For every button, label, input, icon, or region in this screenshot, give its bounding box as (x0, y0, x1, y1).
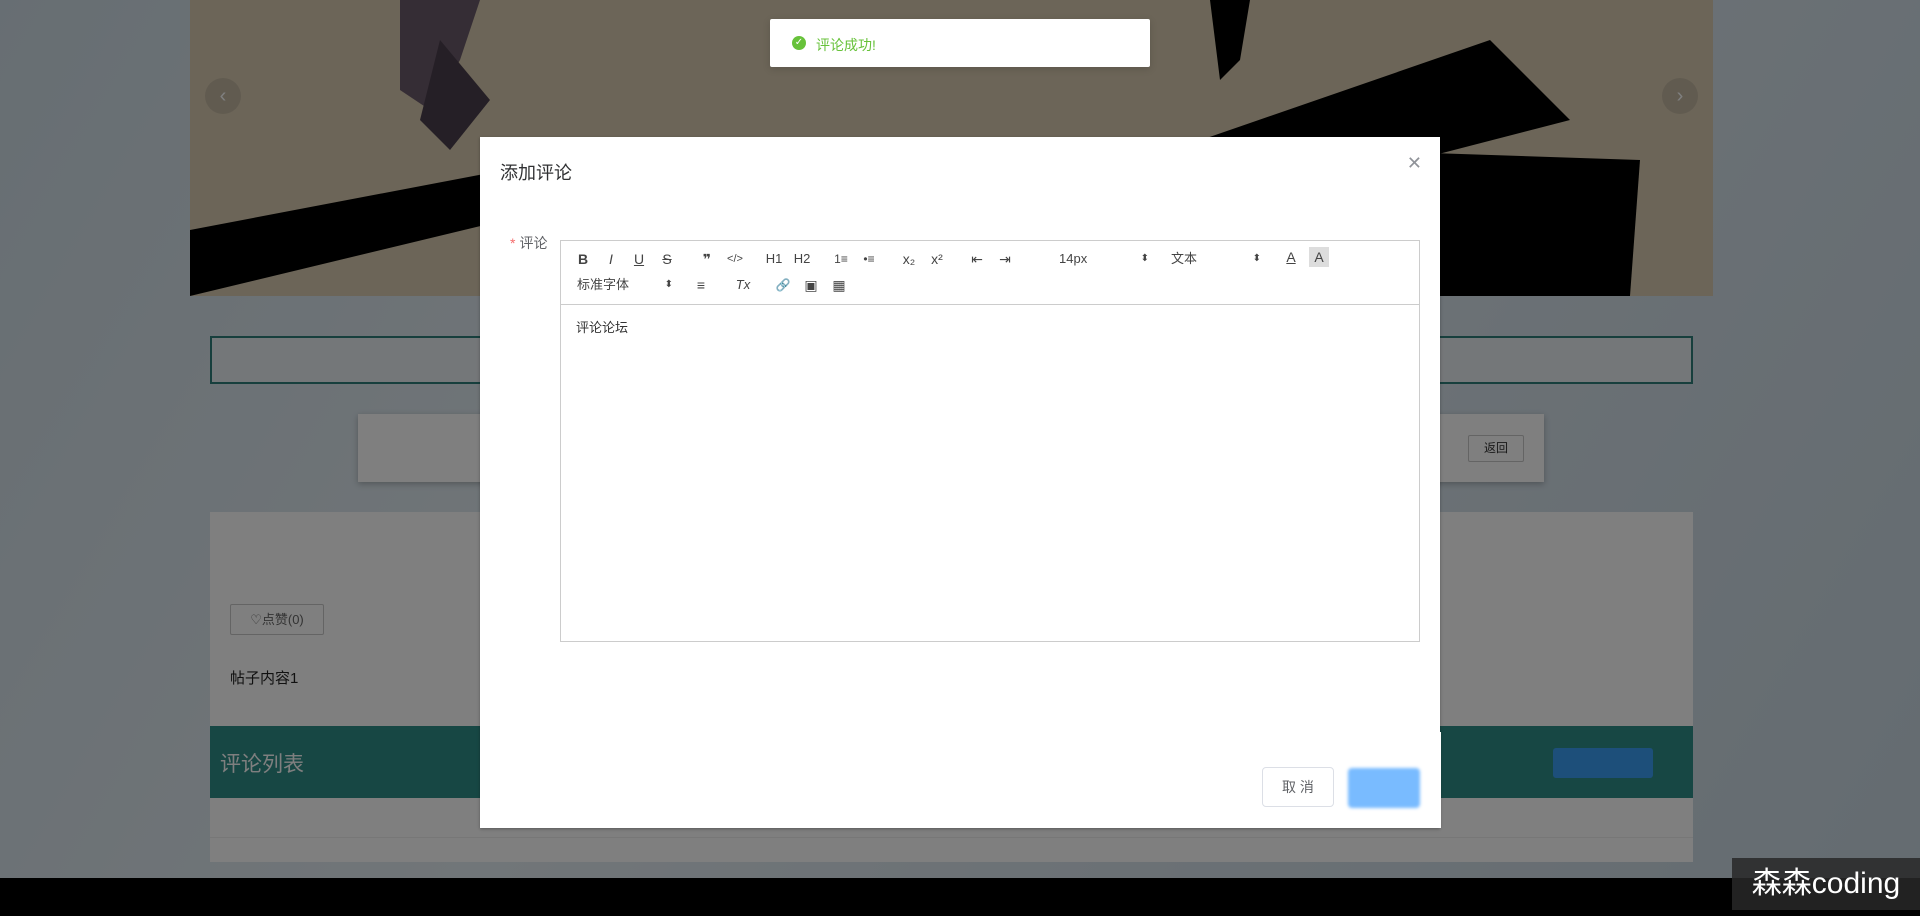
font-family-value: 标准字体 (577, 277, 630, 292)
strike-button[interactable]: S (657, 249, 677, 269)
font-size-select[interactable]: 14px ⬍ (1059, 249, 1149, 269)
subscript-button[interactable]: x₂ (899, 249, 919, 269)
blockquote-button[interactable]: ❞ (697, 249, 717, 269)
watermark: 森森coding (1732, 858, 1920, 910)
font-size-value: 14px (1059, 251, 1088, 266)
bold-button[interactable]: B (573, 249, 593, 269)
select-arrow-icon: ⬍ (1252, 253, 1261, 264)
italic-button[interactable]: I (601, 249, 621, 269)
font-family-select[interactable]: 标准字体 ⬍ (577, 275, 673, 295)
comment-label-text: 评论 (519, 235, 548, 251)
code-block-button[interactable]: </> (725, 249, 745, 269)
text-color-button[interactable]: A (1281, 247, 1301, 267)
select-arrow-icon: ⬍ (664, 279, 673, 290)
header-1-button[interactable]: H1 (763, 249, 785, 269)
bottom-bar (0, 878, 1920, 916)
image-button[interactable]: ▣ (801, 275, 821, 295)
underline-button[interactable]: U (629, 249, 649, 269)
dialog-title: 添加评论 (500, 163, 572, 183)
clean-format-button[interactable]: Tx (733, 275, 753, 295)
required-mark: * (510, 235, 516, 251)
link-button[interactable]: 🔗 (773, 275, 793, 295)
superscript-button[interactable]: x² (927, 249, 947, 269)
cancel-button[interactable]: 取 消 (1262, 767, 1334, 807)
header-select-value: 文本 (1171, 251, 1198, 266)
rich-text-editor: B I U S ❞ </> H1 H2 1≡ •≡ x₂ x² ⇤ ⇥ 14px… (560, 240, 1420, 642)
align-button[interactable]: ≡ (691, 275, 711, 295)
confirm-button[interactable] (1348, 768, 1420, 808)
close-icon[interactable]: ✕ (1407, 153, 1422, 174)
header-select[interactable]: 文本 ⬍ (1171, 249, 1261, 269)
bullet-list-button[interactable]: •≡ (859, 249, 879, 269)
success-toast: ✓ 评论成功! (770, 19, 1150, 67)
comment-form-label: * 评论 (510, 233, 547, 253)
header-2-button[interactable]: H2 (791, 249, 813, 269)
indent-button[interactable]: ⇥ (995, 249, 1015, 269)
editor-toolbar: B I U S ❞ </> H1 H2 1≡ •≡ x₂ x² ⇤ ⇥ 14px… (561, 241, 1419, 305)
add-comment-dialog: 添加评论 ✕ * 评论 B I U S ❞ </> H1 H2 1≡ •≡ x₂ … (480, 137, 1440, 828)
background-color-button[interactable]: A (1309, 247, 1329, 267)
video-button[interactable]: ▦ (829, 275, 849, 295)
toast-message: 评论成功! (816, 37, 876, 53)
ordered-list-button[interactable]: 1≡ (831, 249, 851, 269)
editor-content-area[interactable]: 评论论坛 (561, 305, 1419, 641)
outdent-button[interactable]: ⇤ (967, 249, 987, 269)
select-arrow-icon: ⬍ (1140, 253, 1149, 264)
check-circle-icon: ✓ (792, 36, 806, 50)
